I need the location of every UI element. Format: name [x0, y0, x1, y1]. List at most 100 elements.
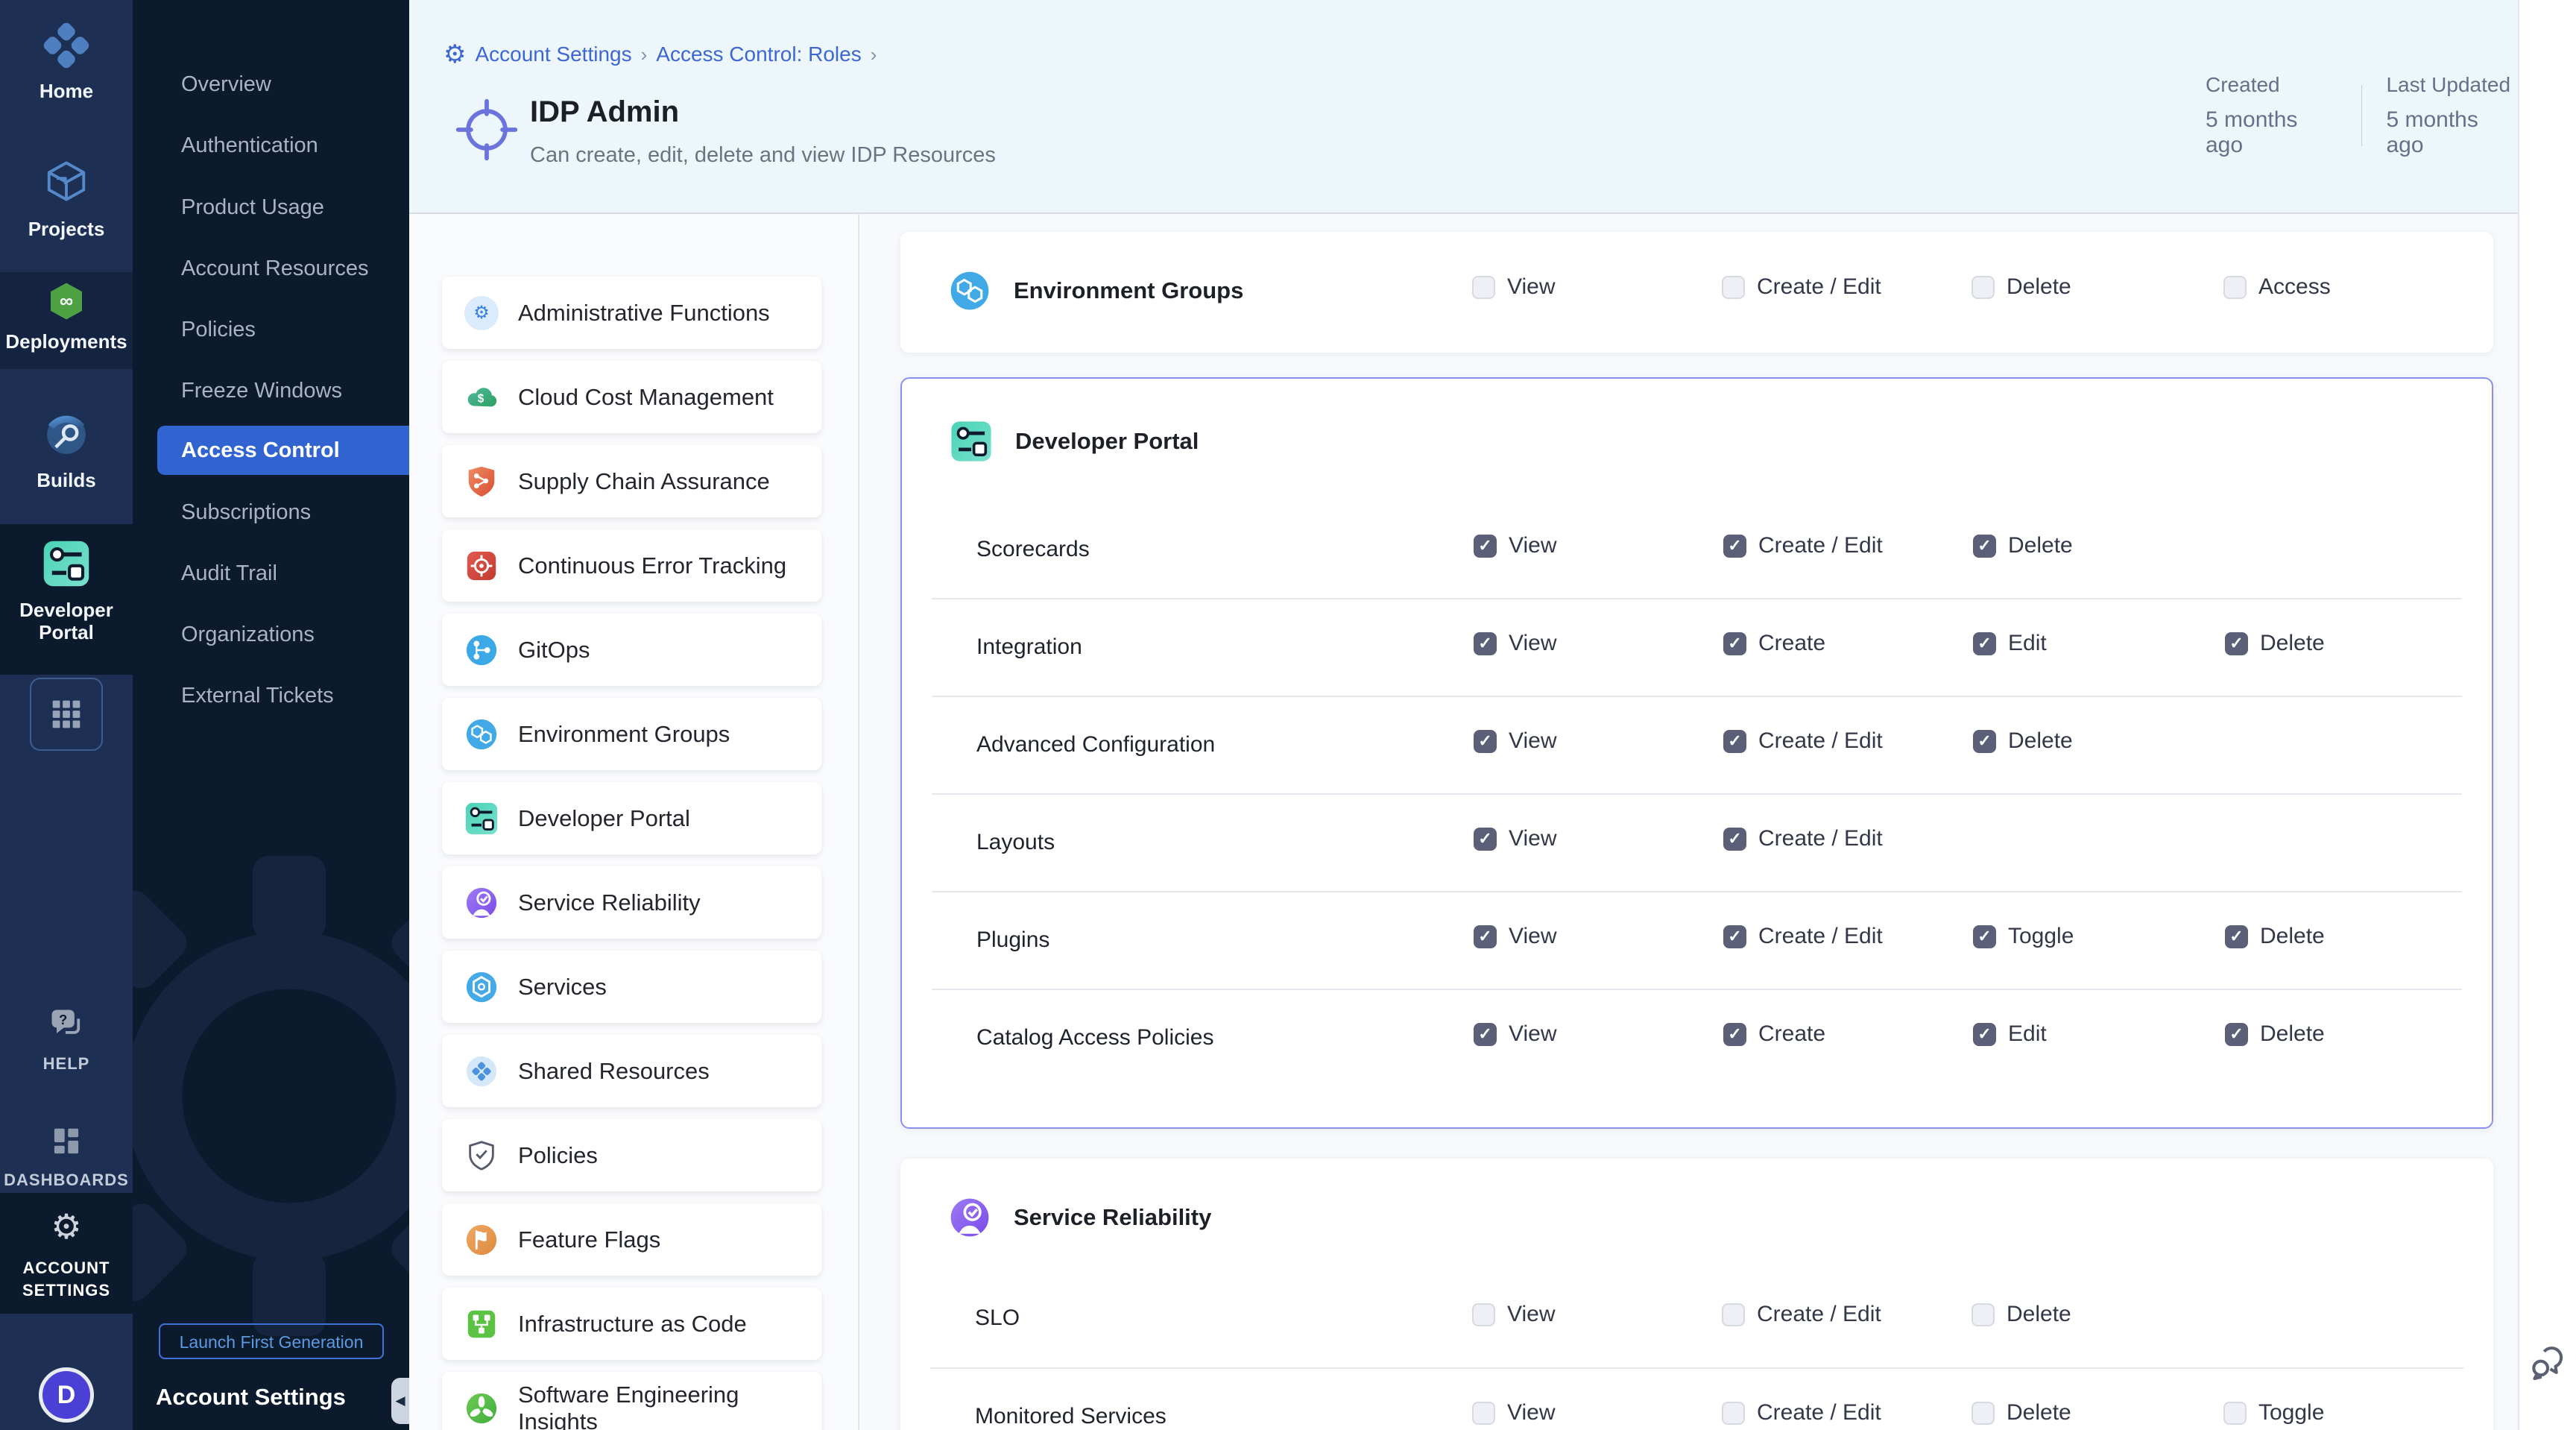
nav-item-product-usage[interactable]: Product Usage: [133, 177, 409, 238]
permission-delete[interactable]: Delete: [2225, 631, 2325, 656]
module-card-cloud-cost-management[interactable]: $ Cloud Cost Management: [442, 361, 821, 433]
help-chat-icon[interactable]: ?: [0, 1005, 133, 1048]
permission-view[interactable]: View: [1474, 826, 1556, 851]
module-card-continuous-error-tracking[interactable]: Continuous Error Tracking: [442, 529, 821, 602]
permission-view[interactable]: View: [1472, 274, 1555, 300]
checkbox[interactable]: [1722, 1402, 1745, 1425]
user-avatar[interactable]: D: [39, 1367, 94, 1423]
sidebar-item-dashboards[interactable]: DASHBOARDS: [0, 1169, 133, 1191]
module-card-service-reliability[interactable]: Service Reliability: [442, 866, 821, 939]
launch-first-generation-button[interactable]: Launch First Generation: [159, 1323, 384, 1359]
sidebar-item-developer-portal[interactable]: Developer Portal: [0, 599, 133, 643]
checkbox[interactable]: [2225, 1023, 2248, 1046]
permission-delete[interactable]: Delete: [1972, 1400, 2071, 1426]
checkbox[interactable]: [1723, 632, 1746, 655]
checkbox[interactable]: [1973, 632, 1996, 655]
module-picker-button[interactable]: [30, 678, 103, 751]
checkbox[interactable]: [1723, 730, 1746, 753]
developer-portal-icon[interactable]: [0, 539, 133, 592]
module-card-gitops[interactable]: GitOps: [442, 614, 821, 686]
sidebar-collapse-button[interactable]: ◀: [391, 1378, 409, 1424]
permission-view[interactable]: View: [1474, 728, 1556, 754]
permission-create-edit[interactable]: Create / Edit: [1722, 274, 1881, 300]
checkbox[interactable]: [1973, 730, 1996, 753]
module-card-software-engineering-insights[interactable]: Software Engineering Insights: [442, 1372, 821, 1430]
permission-create[interactable]: Create: [1723, 1021, 1825, 1047]
checkbox[interactable]: [1972, 276, 1995, 299]
module-card-administrative-functions[interactable]: ⚙ Administrative Functions: [442, 277, 821, 349]
permission-access[interactable]: Access: [2223, 274, 2331, 300]
checkbox[interactable]: [2223, 276, 2247, 299]
permission-create-edit[interactable]: Create / Edit: [1723, 728, 1883, 754]
permission-create-edit[interactable]: Create / Edit: [1723, 826, 1883, 851]
checkbox[interactable]: [1723, 1023, 1746, 1046]
sidebar-item-help[interactable]: HELP: [0, 1053, 133, 1075]
module-card-developer-portal[interactable]: Developer Portal: [442, 782, 821, 854]
module-card-environment-groups[interactable]: Environment Groups: [442, 698, 821, 770]
permission-toggle[interactable]: Toggle: [1973, 924, 2074, 949]
projects-icon[interactable]: [0, 158, 133, 208]
deployments-icon[interactable]: ∞: [0, 280, 133, 326]
sidebar-item-deployments[interactable]: Deployments: [0, 330, 133, 353]
nav-item-audit-trail[interactable]: Audit Trail: [133, 543, 409, 604]
nav-item-policies[interactable]: Policies: [133, 299, 409, 360]
dashboards-icon[interactable]: [0, 1124, 133, 1162]
home-logo-icon[interactable]: [0, 21, 133, 74]
permission-view[interactable]: View: [1474, 924, 1556, 949]
gear-icon[interactable]: ⚙: [0, 1209, 133, 1244]
permission-create-edit[interactable]: Create / Edit: [1722, 1302, 1881, 1327]
checkbox[interactable]: [1972, 1402, 1995, 1425]
nav-item-access-control[interactable]: Access Control: [157, 426, 409, 475]
checkbox[interactable]: [1472, 1303, 1495, 1326]
checkbox[interactable]: [2225, 632, 2248, 655]
sidebar-item-projects[interactable]: Projects: [0, 218, 133, 240]
nav-item-authentication[interactable]: Authentication: [133, 115, 409, 176]
permission-delete[interactable]: Delete: [1972, 1302, 2071, 1327]
breadcrumb-access-control-roles[interactable]: Access Control: Roles: [656, 42, 861, 66]
module-card-services[interactable]: Services: [442, 951, 821, 1023]
module-card-infrastructure-as-code[interactable]: Infrastructure as Code: [442, 1288, 821, 1360]
checkbox[interactable]: [1722, 276, 1745, 299]
permission-create-edit[interactable]: Create / Edit: [1723, 533, 1883, 558]
checkbox[interactable]: [1722, 1303, 1745, 1326]
permission-delete[interactable]: Delete: [1972, 274, 2071, 300]
permission-view[interactable]: View: [1474, 631, 1556, 656]
permission-edit[interactable]: Edit: [1973, 631, 2047, 656]
checkbox[interactable]: [1474, 730, 1497, 753]
module-card-policies[interactable]: Policies: [442, 1119, 821, 1191]
nav-item-organizations[interactable]: Organizations: [133, 604, 409, 665]
permission-edit[interactable]: Edit: [1973, 1021, 2047, 1047]
checkbox[interactable]: [1723, 535, 1746, 558]
checkbox[interactable]: [1723, 925, 1746, 948]
module-card-shared-resources[interactable]: Shared Resources: [442, 1035, 821, 1107]
checkbox[interactable]: [1973, 1023, 1996, 1046]
permission-view[interactable]: View: [1474, 1021, 1556, 1047]
checkbox[interactable]: [1973, 535, 1996, 558]
checkbox[interactable]: [1474, 1023, 1497, 1046]
nav-item-freeze-windows[interactable]: Freeze Windows: [133, 360, 409, 421]
builds-icon[interactable]: [0, 412, 133, 462]
permission-delete[interactable]: Delete: [2225, 924, 2325, 949]
permission-create[interactable]: Create: [1723, 631, 1825, 656]
checkbox[interactable]: [1472, 276, 1495, 299]
permission-create-edit[interactable]: Create / Edit: [1722, 1400, 1881, 1426]
permission-view[interactable]: View: [1474, 533, 1556, 558]
checkbox[interactable]: [1474, 925, 1497, 948]
chat-help-icon[interactable]: [2527, 1342, 2569, 1388]
nav-item-external-tickets[interactable]: External Tickets: [133, 665, 409, 726]
sidebar-item-home[interactable]: Home: [0, 80, 133, 102]
permission-delete[interactable]: Delete: [1973, 728, 2073, 754]
permission-view[interactable]: View: [1472, 1400, 1555, 1426]
permission-delete[interactable]: Delete: [2225, 1021, 2325, 1047]
permission-create-edit[interactable]: Create / Edit: [1723, 924, 1883, 949]
nav-item-overview[interactable]: Overview: [133, 54, 409, 115]
sidebar-item-account-settings[interactable]: ACCOUNT SETTINGS: [0, 1257, 133, 1302]
breadcrumb-account-settings[interactable]: Account Settings: [475, 42, 631, 66]
sidebar-item-builds[interactable]: Builds: [0, 469, 133, 491]
checkbox[interactable]: [1472, 1402, 1495, 1425]
checkbox[interactable]: [1474, 535, 1497, 558]
permission-delete[interactable]: Delete: [1973, 533, 2073, 558]
checkbox[interactable]: [1474, 632, 1497, 655]
checkbox[interactable]: [1723, 828, 1746, 851]
checkbox[interactable]: [1972, 1303, 1995, 1326]
